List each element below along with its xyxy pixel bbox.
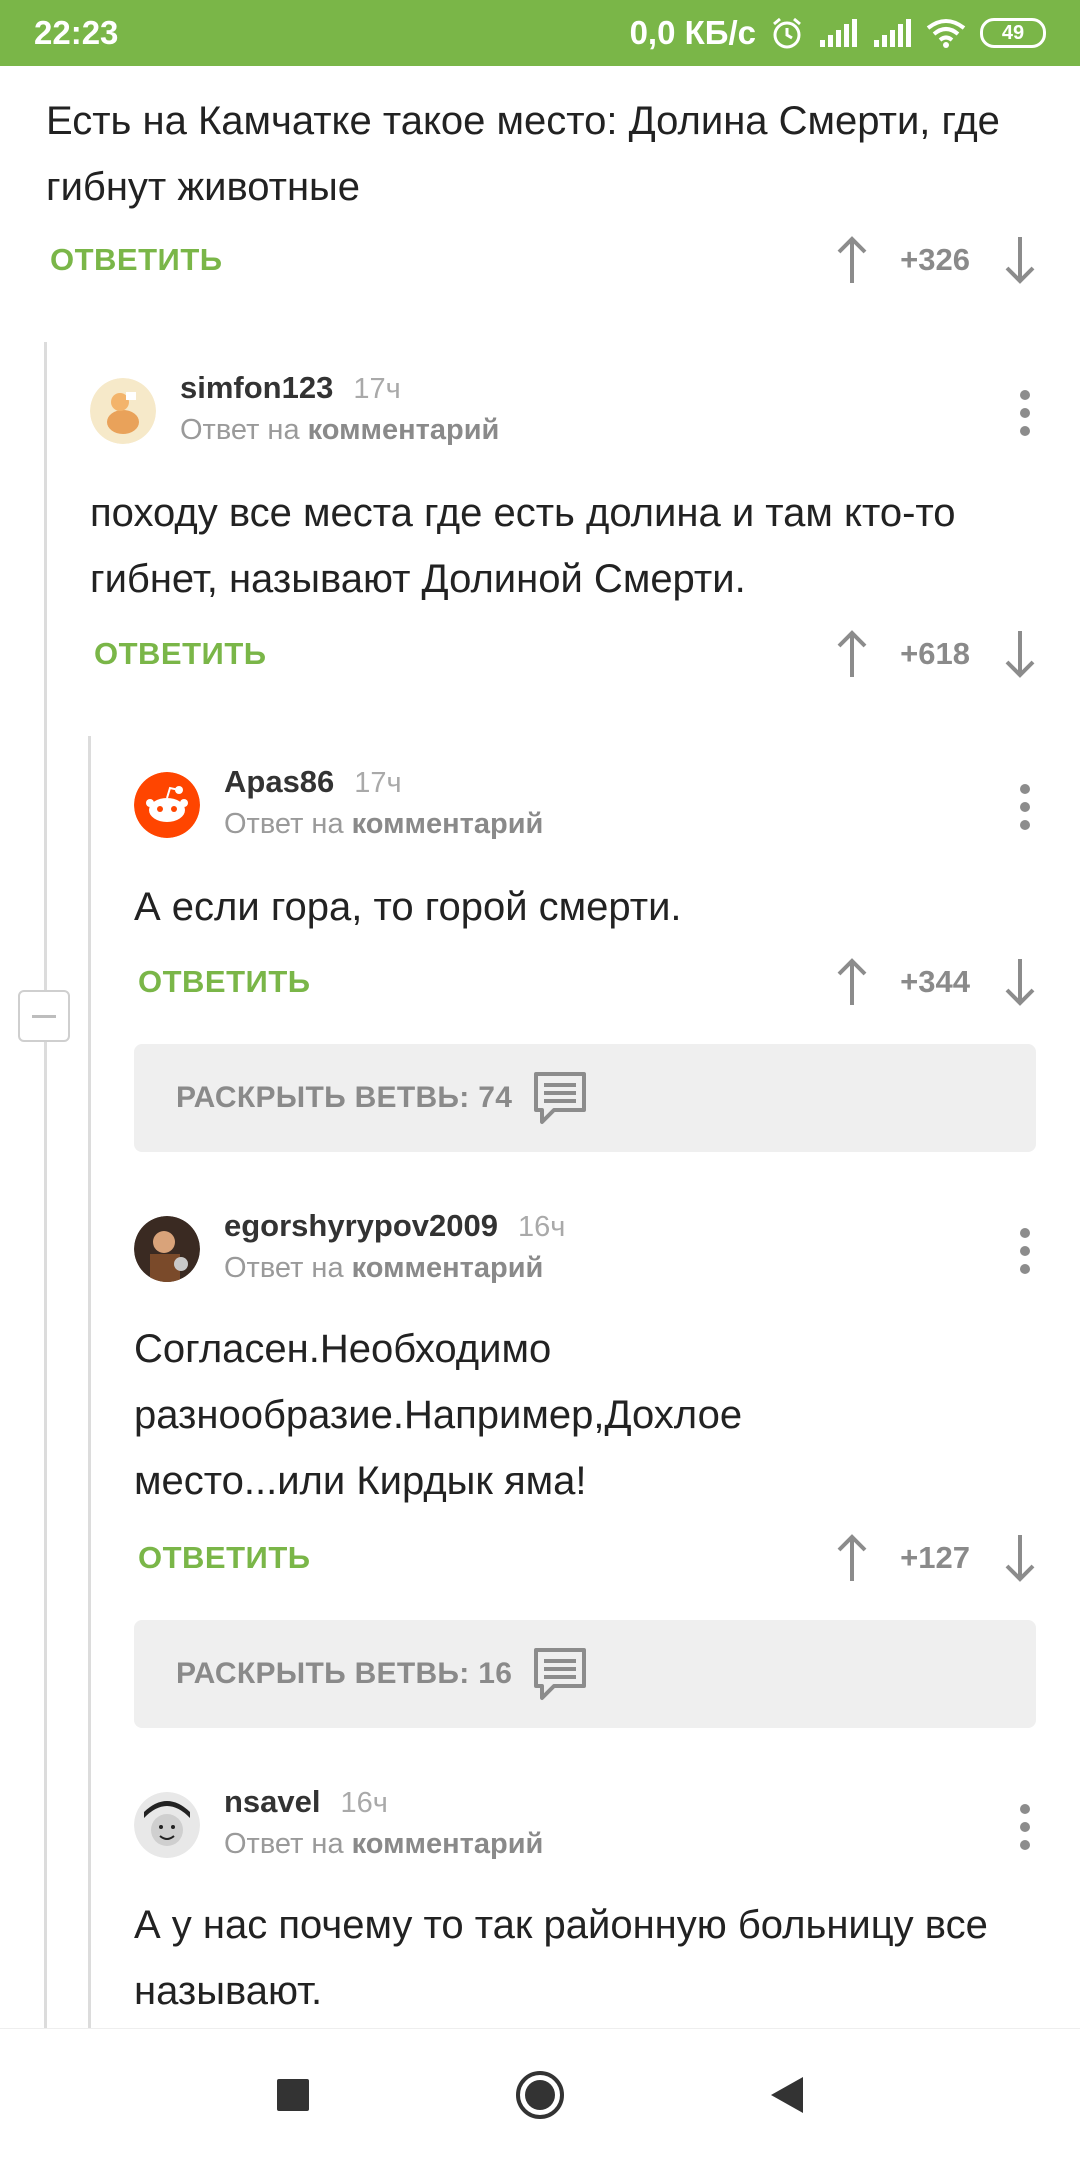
home-icon[interactable] xyxy=(500,2055,580,2135)
avatar[interactable] xyxy=(134,1792,200,1858)
score: +127 xyxy=(900,1540,970,1575)
comment-text: А если гора, то горой смерти. xyxy=(134,885,682,929)
comment-time: 16ч xyxy=(517,1211,566,1243)
collapse-thread-button[interactable] xyxy=(18,990,70,1042)
reply-to-link[interactable]: комментарий xyxy=(352,1252,544,1284)
vote-controls: +618 xyxy=(832,624,1040,684)
expand-branch-label: РАСКРЫТЬ ВЕТВЬ: 16 xyxy=(176,1657,513,1690)
alarm-icon xyxy=(770,16,804,50)
reply-to-link[interactable]: комментарий xyxy=(352,1828,544,1860)
top-comment-text: Есть на Камчатке такое место: Долина Сме… xyxy=(46,99,1000,209)
more-options-icon[interactable] xyxy=(1020,1228,1032,1274)
minus-icon xyxy=(32,1014,56,1018)
more-options-icon[interactable] xyxy=(1020,1804,1032,1850)
reply-to-prefix: Ответ на xyxy=(180,414,300,446)
back-icon[interactable] xyxy=(747,2055,827,2135)
signal-icon xyxy=(872,18,912,48)
thread-line-level1[interactable] xyxy=(44,342,47,2028)
vote-controls: +344 xyxy=(832,952,1040,1012)
vote-controls: +127 xyxy=(832,1528,1040,1588)
upvote-icon[interactable] xyxy=(832,1531,872,1585)
reply-button[interactable]: ОТВЕТИТЬ xyxy=(50,242,223,278)
comments-feed[interactable]: Есть на Камчатке такое место: Долина Сме… xyxy=(0,66,1080,2028)
thread-line-level2[interactable] xyxy=(88,736,91,2028)
comment-header: egorshyrypov2009 16ч Ответ на комментари… xyxy=(134,1208,565,1285)
reply-to-link[interactable]: комментарий xyxy=(352,808,544,840)
avatar[interactable] xyxy=(134,772,200,838)
comments-icon xyxy=(532,1070,588,1126)
signal-icon xyxy=(818,18,858,48)
reply-to-prefix: Ответ на xyxy=(224,1252,344,1284)
status-time: 22:23 xyxy=(34,14,119,51)
upvote-icon[interactable] xyxy=(832,955,872,1009)
upvote-icon[interactable] xyxy=(832,627,872,681)
wifi-icon xyxy=(926,18,966,48)
username[interactable]: nsavel xyxy=(224,1784,321,1820)
comment-time: 17ч xyxy=(354,767,402,799)
expand-branch-button[interactable]: РАСКРЫТЬ ВЕТВЬ: 74 xyxy=(134,1044,1036,1152)
reply-button[interactable]: ОТВЕТИТЬ xyxy=(94,636,267,672)
reply-button[interactable]: ОТВЕТИТЬ xyxy=(138,1540,311,1576)
more-options-icon[interactable] xyxy=(1020,784,1032,830)
status-bar: 22:23 0,0 КБ/с 49 xyxy=(0,0,1080,66)
downvote-icon[interactable] xyxy=(1000,1531,1040,1585)
battery-icon: 49 xyxy=(980,18,1046,48)
vote-controls: +326 xyxy=(832,230,1040,290)
more-options-icon[interactable] xyxy=(1020,390,1032,436)
comments-icon xyxy=(532,1646,588,1702)
comment-header: Apas86 17ч Ответ на комментарий xyxy=(134,764,543,841)
comment-header: simfon123 17ч Ответ на комментарий xyxy=(90,370,499,447)
reply-to-prefix: Ответ на xyxy=(224,1828,344,1860)
comment-text: Согласен.Необходимо разнообразие.Наприме… xyxy=(134,1327,743,1503)
score: +326 xyxy=(900,242,970,277)
recents-icon[interactable] xyxy=(253,2055,333,2135)
comment-time: 17ч xyxy=(353,373,401,405)
downvote-icon[interactable] xyxy=(1000,627,1040,681)
downvote-icon[interactable] xyxy=(1000,233,1040,287)
upvote-icon[interactable] xyxy=(832,233,872,287)
reply-to-prefix: Ответ на xyxy=(224,808,344,840)
comment-header: nsavel 16ч Ответ на комментарий xyxy=(134,1784,543,1861)
battery-level: 49 xyxy=(1001,21,1025,44)
comment-time: 16ч xyxy=(340,1787,388,1819)
score: +618 xyxy=(900,636,970,671)
username[interactable]: egorshyrypov2009 xyxy=(224,1208,498,1244)
network-speed: 0,0 КБ/с xyxy=(629,14,756,51)
reply-button[interactable]: ОТВЕТИТЬ xyxy=(138,964,311,1000)
avatar[interactable] xyxy=(134,1216,200,1282)
username[interactable]: simfon123 xyxy=(180,370,333,406)
comment-text: походу все места где есть долина и там к… xyxy=(90,491,956,601)
reply-to-link[interactable]: комментарий xyxy=(308,414,500,446)
avatar[interactable] xyxy=(90,378,156,444)
downvote-icon[interactable] xyxy=(1000,955,1040,1009)
expand-branch-label: РАСКРЫТЬ ВЕТВЬ: 74 xyxy=(176,1081,513,1114)
username[interactable]: Apas86 xyxy=(224,764,334,800)
expand-branch-button[interactable]: РАСКРЫТЬ ВЕТВЬ: 16 xyxy=(134,1620,1036,1728)
comment-text: А у нас почему то так районную больницу … xyxy=(134,1903,988,2013)
navigation-bar xyxy=(0,2028,1080,2160)
score: +344 xyxy=(900,964,970,999)
